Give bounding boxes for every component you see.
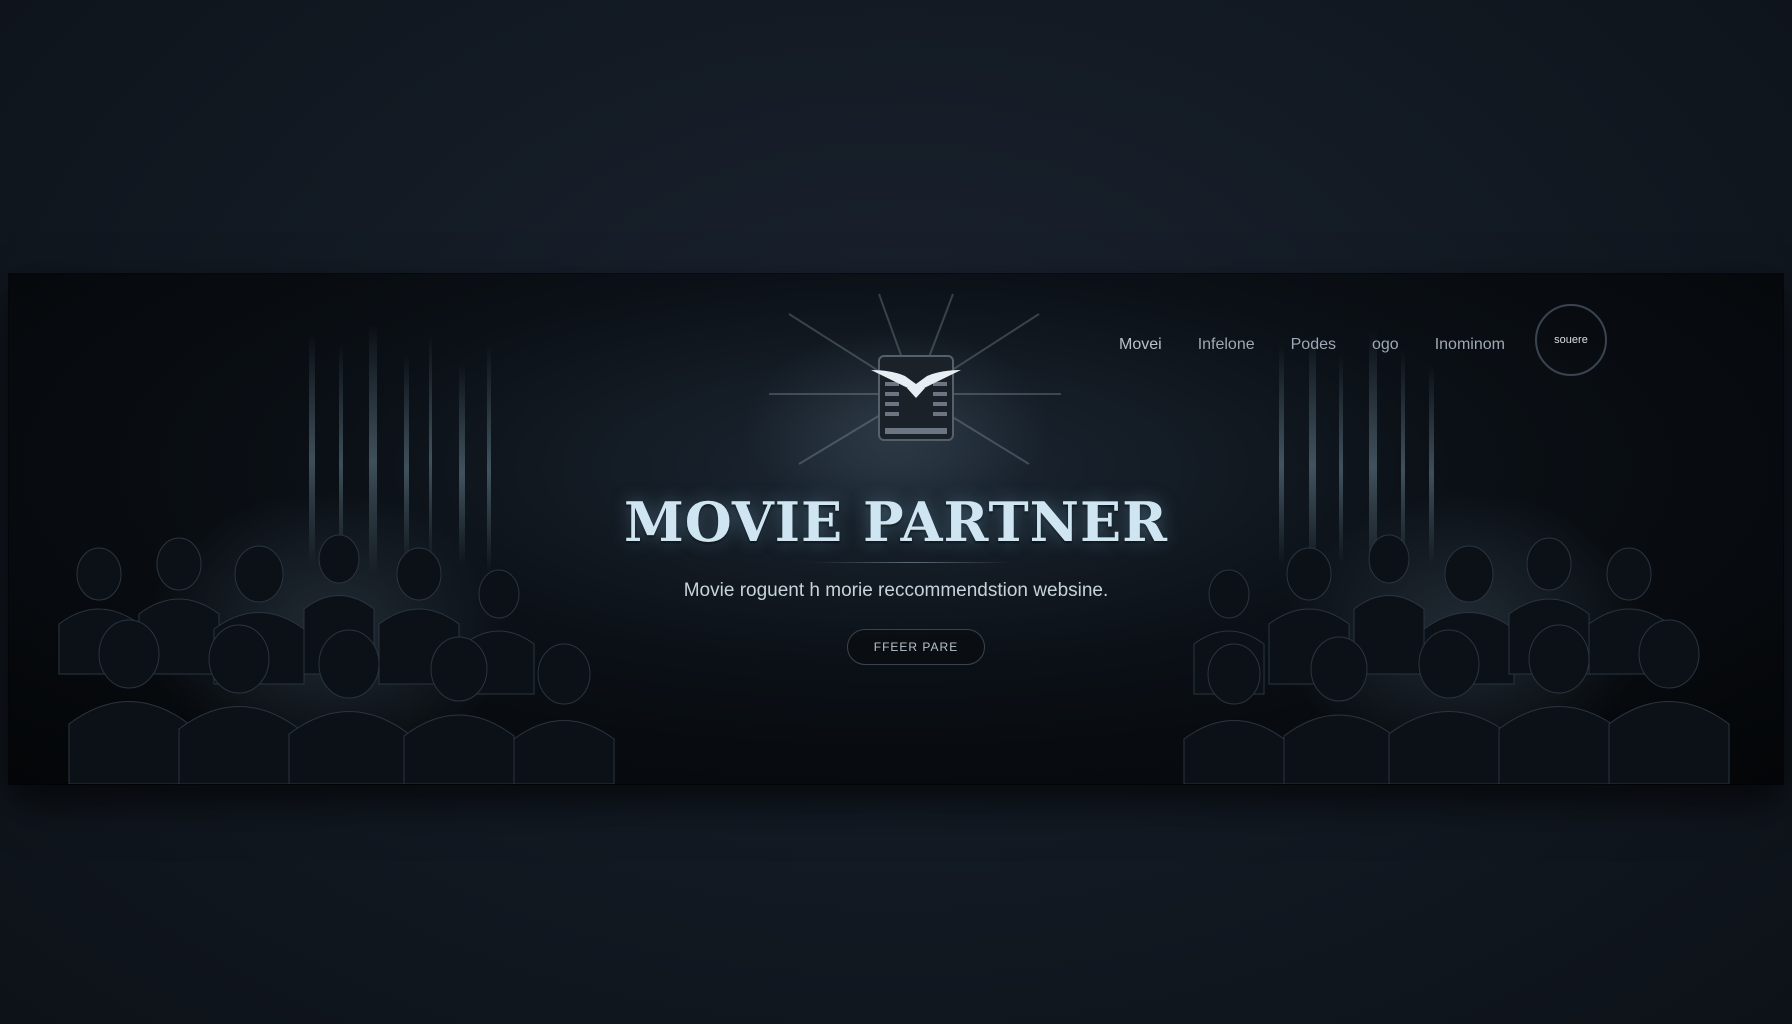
nav-circle-button[interactable]: souere (1535, 304, 1607, 376)
nav-item-infelone[interactable]: Infelone (1198, 336, 1255, 354)
hero-subtitle: Movie roguent h morie reccommendstion we… (683, 580, 1109, 601)
cta-button[interactable]: FFEER PARE (847, 629, 985, 665)
winged-film-clapper-icon (871, 355, 961, 441)
nav-item-ogo[interactable]: ogo (1372, 336, 1399, 354)
nav-item-inominom[interactable]: Inominom (1435, 336, 1505, 354)
page-title: MOVIE PARTNER (623, 490, 1169, 554)
nav-item-movei[interactable]: Movei (1119, 336, 1162, 354)
title-divider (812, 562, 1012, 563)
hero-banner: Movei Infelone Podes ogo Inominom souere… (9, 274, 1783, 784)
nav-item-podes[interactable]: Podes (1291, 336, 1336, 354)
top-nav: Movei Infelone Podes ogo Inominom (1119, 336, 1541, 354)
